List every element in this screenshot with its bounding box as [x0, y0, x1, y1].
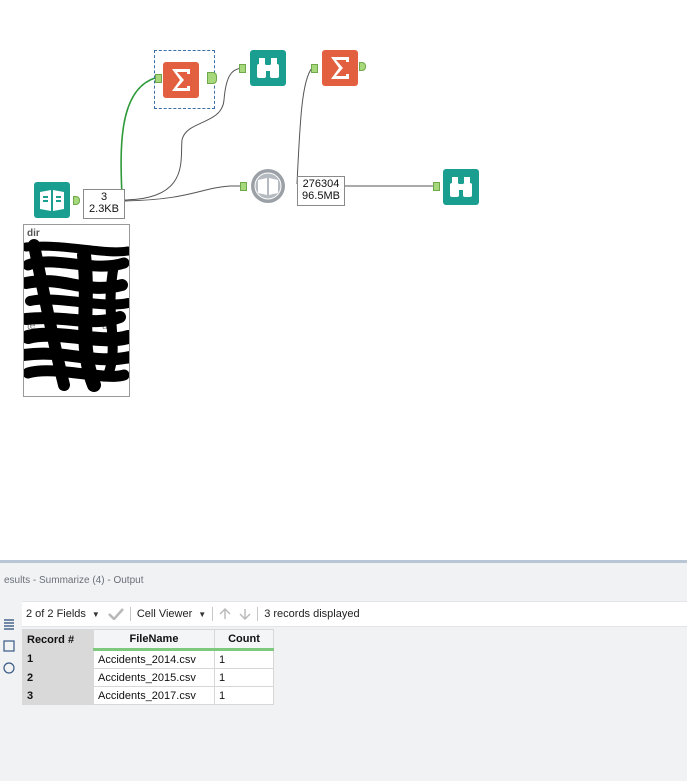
record-number-cell: 3 — [22, 686, 94, 705]
table-row[interactable]: 3 Accidents_2017.csv 1 — [22, 686, 274, 705]
record-number-cell: 1 — [22, 649, 94, 669]
grid-header-row: Record # FileName Count — [22, 629, 274, 651]
input-record-count: 3 2.3KB — [83, 189, 125, 219]
count-column-header[interactable]: Count — [214, 629, 274, 651]
record-column-header[interactable]: Record # — [22, 629, 94, 650]
apply-check-button[interactable] — [104, 602, 128, 626]
scroll-down-button[interactable] — [235, 602, 255, 626]
input-record-count-rows: 3 — [100, 191, 108, 203]
results-pane: esults - Summarize (4) - Output 2 of 2 F… — [0, 560, 687, 781]
redaction-scribble — [24, 239, 129, 392]
dynamic-input-anchor[interactable] — [240, 182, 247, 191]
dynamic-input-icon — [251, 169, 285, 203]
summarize-1-input-anchor[interactable] — [155, 74, 162, 83]
filename-cell[interactable]: Accidents_2014.csv — [93, 649, 215, 669]
browse-tool-1[interactable] — [250, 50, 286, 86]
summarize-2-input-anchor[interactable] — [311, 64, 318, 73]
fields-dropdown-label: 2 of 2 Fields — [26, 608, 86, 620]
binoculars-icon — [443, 169, 479, 205]
filename-cell[interactable]: Accidents_2017.csv — [93, 686, 215, 705]
binoculars-icon — [250, 50, 286, 86]
browse-1-input-anchor[interactable] — [239, 64, 246, 73]
count-cell[interactable]: 1 — [214, 649, 274, 669]
records-status: 3 records displayed — [264, 608, 360, 620]
browse-2-input-anchor[interactable] — [433, 182, 440, 191]
browse-preview-panel: dir t te us — [23, 224, 130, 397]
toolbar-divider — [212, 607, 214, 621]
input-data-icon — [34, 182, 70, 218]
summarize-tool-1[interactable] — [163, 62, 199, 98]
input-output-anchor[interactable] — [73, 196, 80, 205]
input-data-tool[interactable] — [34, 182, 70, 218]
message-view-icon[interactable] — [3, 659, 15, 674]
filename-column-header[interactable]: FileName — [93, 629, 215, 651]
check-icon — [107, 608, 124, 620]
list-view-icon[interactable] — [3, 615, 15, 630]
dynamic-input-tool[interactable] — [250, 168, 286, 204]
results-side-icons — [3, 615, 19, 681]
toolbar-divider — [129, 607, 131, 621]
toolbar-divider — [257, 607, 259, 621]
browse-tool-2[interactable] — [443, 169, 479, 205]
record-number-cell: 2 — [22, 668, 94, 687]
filename-cell[interactable]: Accidents_2015.csv — [93, 668, 215, 687]
chevron-down-icon: ▼ — [91, 609, 100, 619]
workflow-canvas[interactable]: 3 2.3KB 276304 96.5MB dir t te us — [0, 0, 687, 560]
cell-viewer-label: Cell Viewer — [136, 608, 193, 620]
summarize-icon — [163, 62, 199, 98]
dynamic-record-count-rows: 276304 — [302, 178, 340, 190]
table-view-icon[interactable] — [3, 637, 15, 652]
summarize-tool-2[interactable] — [322, 50, 358, 86]
summarize-1-output-anchor[interactable] — [207, 72, 217, 84]
table-row[interactable]: 2 Accidents_2015.csv 1 — [22, 668, 274, 687]
fields-dropdown[interactable]: 2 of 2 Fields ▼ — [22, 602, 104, 626]
results-grid: Record # FileName Count 1 Accidents_2014… — [22, 629, 274, 705]
arrow-down-icon — [239, 609, 251, 620]
results-toolbar: 2 of 2 Fields ▼ Cell Viewer ▼ 3 records … — [22, 601, 687, 627]
summarize-icon — [322, 50, 358, 86]
arrow-up-icon — [219, 608, 231, 619]
summarize-2-output-anchor[interactable] — [359, 62, 366, 71]
dynamic-record-count-size: 96.5MB — [302, 190, 340, 202]
input-record-count-size: 2.3KB — [89, 203, 119, 215]
chevron-down-icon: ▼ — [198, 609, 207, 619]
count-cell[interactable]: 1 — [214, 668, 274, 687]
cell-viewer-dropdown[interactable]: Cell Viewer ▼ — [133, 602, 210, 626]
results-title: esults - Summarize (4) - Output — [4, 575, 144, 586]
dynamic-record-count: 276304 96.5MB — [297, 176, 345, 206]
count-cell[interactable]: 1 — [214, 686, 274, 705]
table-row[interactable]: 1 Accidents_2014.csv 1 — [22, 649, 274, 669]
scroll-up-button[interactable] — [215, 602, 235, 626]
